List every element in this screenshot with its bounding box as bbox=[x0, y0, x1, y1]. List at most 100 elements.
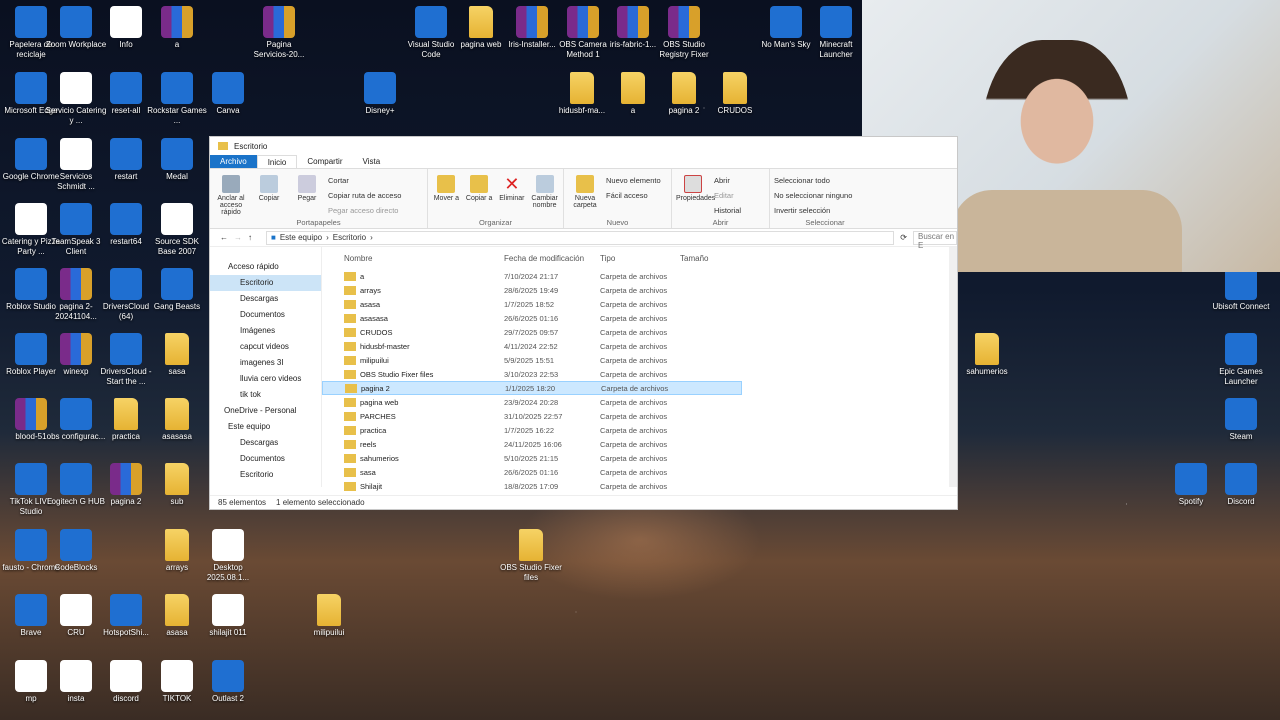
desktop-icon[interactable]: Minecraft Launcher bbox=[805, 6, 867, 60]
desktop-icon[interactable]: asasasa bbox=[146, 398, 208, 442]
forward-arrow-icon[interactable]: → bbox=[234, 233, 242, 242]
file-row[interactable]: arrays 28/6/2025 19:49 Carpeta de archivos bbox=[322, 283, 742, 297]
file-row[interactable]: hidusbf-master 4/11/2024 22:52 Carpeta de … bbox=[322, 339, 742, 353]
ubisoft-icon bbox=[1225, 268, 1257, 300]
edit-button[interactable]: Editar bbox=[714, 188, 741, 203]
nav-item[interactable]: tik tok bbox=[210, 387, 321, 403]
file-name: a bbox=[360, 271, 365, 281]
paste-shortcut-button[interactable]: Pegar acceso directo bbox=[328, 203, 401, 218]
gang-beasts-icon bbox=[161, 268, 193, 300]
column-date[interactable]: Fecha de modificación bbox=[504, 254, 600, 263]
desktop-icon[interactable]: Ubisoft Connect bbox=[1210, 268, 1272, 312]
file-explorer-window[interactable]: Escritorio Archivo Inicio Compartir Vist… bbox=[209, 136, 958, 510]
file-type: Carpeta de archivos bbox=[600, 481, 668, 491]
file-row[interactable]: asasa 1/7/2025 18:52 Carpeta de archivos bbox=[322, 297, 742, 311]
file-row[interactable]: PARCHES 31/10/2025 22:57 Carpeta de archiv… bbox=[322, 409, 742, 423]
file-date: 26/6/2025 01:16 bbox=[504, 313, 559, 323]
refresh-icon[interactable]: ⟳ bbox=[900, 233, 907, 242]
discord-icon bbox=[1225, 463, 1257, 495]
file-row[interactable]: asasasa 26/6/2025 01:16 Carpeta de archivo… bbox=[322, 311, 742, 325]
nav-item[interactable]: Documentos bbox=[210, 307, 321, 323]
nav-item[interactable]: Acceso rápido bbox=[210, 259, 321, 275]
desktop-icon[interactable]: CRUDOS bbox=[704, 72, 766, 116]
column-name[interactable]: Nombre bbox=[344, 254, 504, 263]
breadcrumb-escritorio[interactable]: Escritorio bbox=[333, 233, 366, 242]
file-row[interactable]: CRUDOS 29/7/2025 09:57 Carpeta de archivos bbox=[322, 325, 742, 339]
nav-item[interactable]: Imágenes bbox=[210, 323, 321, 339]
roblox-icon bbox=[15, 268, 47, 300]
desktop-icon[interactable]: milipuilui bbox=[298, 594, 360, 638]
easy-access-button[interactable]: Fácil acceso bbox=[606, 188, 661, 203]
epic-icon bbox=[1225, 333, 1257, 365]
back-arrow-icon[interactable]: ← bbox=[220, 233, 228, 242]
nav-item[interactable]: Documentos bbox=[210, 451, 321, 467]
script-icon bbox=[110, 138, 142, 170]
desktop-icon[interactable]: a bbox=[146, 6, 208, 50]
cut-button[interactable]: Cortar bbox=[328, 173, 401, 188]
file-row[interactable]: sasa 26/6/2025 01:16 Carpeta de archivos bbox=[322, 465, 742, 479]
webcam-person bbox=[982, 40, 1132, 272]
group-label: Portapapeles bbox=[296, 218, 341, 227]
nav-item[interactable]: Escritorio bbox=[210, 467, 321, 483]
desktop-icon[interactable]: shilajit 011 bbox=[197, 594, 259, 638]
select-all-button[interactable]: Seleccionar todo bbox=[774, 173, 852, 188]
file-row[interactable]: Shilajit 18/8/2025 17:09 Carpeta de archiv… bbox=[322, 479, 742, 493]
scrollbar[interactable] bbox=[949, 247, 957, 487]
file-row[interactable]: milipuilui 5/9/2025 15:51 Carpeta de archi… bbox=[322, 353, 742, 367]
column-type[interactable]: Tipo bbox=[600, 254, 680, 263]
nav-item[interactable]: capcut videos bbox=[210, 339, 321, 355]
desktop-icon[interactable]: CodeBlocks bbox=[45, 529, 107, 573]
nav-item[interactable]: OneDrive - Personal bbox=[210, 403, 321, 419]
new-item-button[interactable]: Nuevo elemento bbox=[606, 173, 661, 188]
search-input[interactable]: Buscar en E bbox=[913, 230, 957, 250]
tab-inicio[interactable]: Inicio bbox=[256, 155, 298, 168]
folder-icon bbox=[621, 72, 645, 104]
desktop-icon[interactable]: Steam bbox=[1210, 398, 1272, 442]
nav-item[interactable]: lluvia cero videos bbox=[210, 371, 321, 387]
breadcrumb[interactable]: ■ Este equipo › Escritorio › bbox=[266, 230, 895, 245]
nav-item[interactable]: Descargas bbox=[210, 435, 321, 451]
invert-selection-button[interactable]: Invertir selección bbox=[774, 203, 852, 218]
desktop-icon[interactable]: Canva bbox=[197, 72, 259, 116]
breadcrumb-este-equipo[interactable]: Este equipo bbox=[280, 233, 322, 242]
nav-item[interactable]: Este equipo bbox=[210, 419, 321, 435]
up-arrow-icon[interactable]: ↑ bbox=[248, 233, 252, 242]
video-icon bbox=[60, 138, 92, 170]
desktop-icon[interactable]: Epic Games Launcher bbox=[1210, 333, 1272, 387]
desktop-icon[interactable]: Outlast 2 bbox=[197, 660, 259, 704]
folder-icon bbox=[570, 72, 594, 104]
file-row[interactable]: a 7/10/2024 21:17 Carpeta de archivos bbox=[322, 269, 742, 283]
history-button[interactable]: Historial bbox=[714, 203, 741, 218]
desktop-icon-label: Epic Games Launcher bbox=[1219, 367, 1263, 386]
folder-icon bbox=[344, 453, 356, 463]
file-row[interactable]: reels 24/11/2025 16:06 Carpeta de archivos bbox=[322, 437, 742, 451]
desktop-icon[interactable]: sahumerios bbox=[956, 333, 1018, 377]
desktop-icon[interactable]: OBS Studio Registry Fixer bbox=[653, 6, 715, 60]
desktop-icon[interactable]: Source SDK Base 2007 bbox=[146, 203, 208, 257]
file-row[interactable]: practica 1/7/2025 16:22 Carpeta de archivo… bbox=[322, 423, 742, 437]
tab-archivo[interactable]: Archivo bbox=[210, 155, 257, 168]
copy-path-button[interactable]: Copiar ruta de acceso bbox=[328, 188, 401, 203]
tab-vista[interactable]: Vista bbox=[353, 155, 391, 168]
file-row[interactable]: OBS Studio Fixer files 3/10/2023 22:53 Car… bbox=[322, 367, 742, 381]
select-none-button[interactable]: No seleccionar ninguno bbox=[774, 188, 852, 203]
open-button[interactable]: Abrir bbox=[714, 173, 741, 188]
desktop-icon[interactable]: Pagina Servicios-20... bbox=[248, 6, 310, 60]
desktop-icon[interactable]: sasa bbox=[146, 333, 208, 377]
column-size[interactable]: Tamaño bbox=[680, 254, 708, 263]
nav-item[interactable]: Escritorio bbox=[210, 275, 321, 291]
file-row[interactable]: pagina web 23/9/2024 20:28 Carpeta de arch… bbox=[322, 395, 742, 409]
desktop-icon[interactable]: Disney+ bbox=[349, 72, 411, 116]
tab-compartir[interactable]: Compartir bbox=[297, 155, 352, 168]
desktop-icon[interactable]: Medal bbox=[146, 138, 208, 182]
desktop-icon[interactable]: sub bbox=[146, 463, 208, 507]
desktop-icon[interactable]: Gang Beasts bbox=[146, 268, 208, 312]
file-row[interactable]: pagina 2 1/1/2025 18:20 Carpeta de archivo… bbox=[322, 381, 742, 395]
driverscloud-icon bbox=[110, 268, 142, 300]
desktop-icon[interactable]: Discord bbox=[1210, 463, 1272, 507]
nav-item[interactable]: Descargas bbox=[210, 291, 321, 307]
nav-item[interactable]: imagenes 3I bbox=[210, 355, 321, 371]
file-row[interactable]: sahumerios 5/10/2025 21:15 Carpeta de arch… bbox=[322, 451, 742, 465]
desktop-icon[interactable]: Desktop 2025.08.1... bbox=[197, 529, 259, 583]
desktop-icon[interactable]: OBS Studio Fixer files bbox=[500, 529, 562, 583]
